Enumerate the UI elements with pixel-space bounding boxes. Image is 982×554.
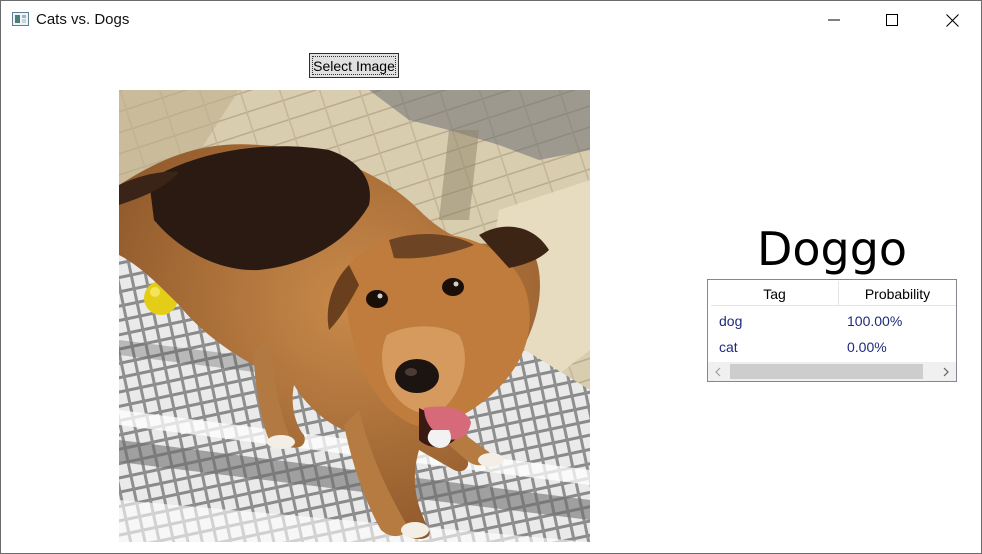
scroll-right-button[interactable]: [936, 362, 956, 381]
app-window: Cats vs. Dogs Select Image Doggo Tag Pro…: [0, 0, 982, 554]
title-bar[interactable]: Cats vs. Dogs: [1, 1, 981, 39]
results-grid-header: Tag Probability: [711, 281, 956, 306]
results-grid[interactable]: Tag Probability dog 100.00% cat 0.00%: [707, 279, 957, 382]
cell-tag: cat: [719, 339, 738, 355]
scrollbar-thumb[interactable]: [730, 364, 923, 379]
cell-probability: 0.00%: [847, 339, 887, 355]
chevron-right-icon: [943, 367, 949, 376]
cell-tag: dog: [719, 313, 743, 329]
select-image-label: Select Image: [312, 56, 396, 75]
prediction-label: Doggo: [756, 222, 908, 276]
chevron-left-icon: [715, 367, 721, 376]
select-image-button[interactable]: Select Image: [309, 53, 399, 78]
dog-photo: [119, 90, 590, 542]
maximize-icon: [886, 14, 898, 26]
maximize-button[interactable]: [869, 1, 915, 39]
minimize-icon: [828, 19, 840, 21]
window-title: Cats vs. Dogs: [36, 11, 130, 28]
minimize-button[interactable]: [811, 1, 857, 39]
table-row[interactable]: cat 0.00%: [711, 334, 956, 360]
scroll-left-button[interactable]: [708, 362, 728, 381]
app-window-icon: [12, 12, 29, 26]
dog-image: [119, 90, 590, 542]
close-button[interactable]: [929, 1, 975, 39]
column-header-tag[interactable]: Tag: [711, 281, 839, 306]
table-row[interactable]: dog 100.00%: [711, 308, 956, 334]
close-icon: [945, 13, 959, 27]
cell-probability: 100.00%: [847, 313, 903, 329]
horizontal-scrollbar[interactable]: [708, 362, 956, 381]
column-header-probability[interactable]: Probability: [839, 281, 956, 306]
